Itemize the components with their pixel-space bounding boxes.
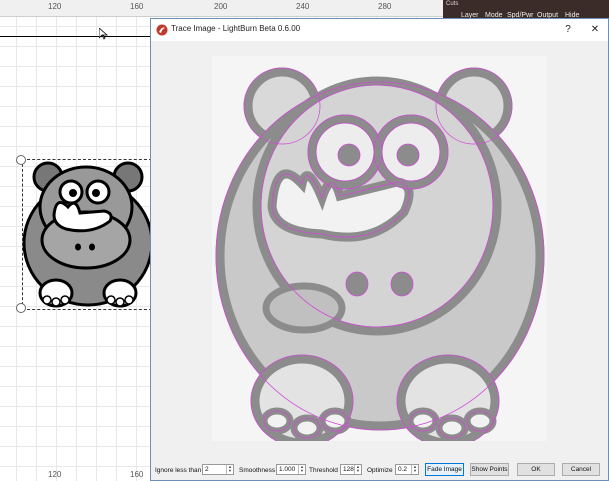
traced-rhino-image [215,67,545,448]
threshold-value: 128 [343,466,354,473]
ruler-label: 120 [48,2,62,11]
optimize-value: 0.2 [398,466,408,473]
smoothness-field[interactable]: 1.000 ▲ ▼ [276,464,306,475]
fade-image-button[interactable]: Fade Image [425,463,464,476]
ruler-label: 160 [130,2,144,11]
ruler-label: 200 [214,2,228,11]
spinner-arrows-icon[interactable]: ▲ ▼ [298,465,305,474]
rotate-handle-icon[interactable] [16,303,26,313]
bottom-ruler: 120 160 [0,470,160,481]
selection-box[interactable] [22,159,152,310]
threshold-field[interactable]: 128 ▲ ▼ [340,464,362,475]
close-icon: ✕ [590,24,600,35]
ruler-label: 120 [48,470,62,479]
spinner-arrows-icon[interactable]: ▲ ▼ [411,465,418,474]
ruler-label: 280 [378,2,392,11]
cuts-panel-title: Cuts [446,1,459,7]
spinner-arrows-icon[interactable]: ▲ ▼ [354,465,361,474]
dialog-titlebar[interactable]: Trace Image - LightBurn Beta 0.6.00 ? ✕ [151,19,608,41]
optimize-label: Optimize [367,467,393,474]
lightburn-app-icon [156,24,168,36]
close-button[interactable]: ✕ [585,22,605,38]
trace-preview[interactable] [212,56,547,448]
cancel-button[interactable]: Cancel [562,463,600,476]
cuts-panel: Cuts Layer Mode Spd/Pwr Output Hide [443,0,609,20]
ruler-label: 160 [130,470,144,479]
ignore-less-than-field[interactable]: 2 ▲ ▼ [202,464,234,475]
dialog-title: Trace Image - LightBurn Beta 0.6.00 [171,24,301,33]
ignore-less-than-value: 2 [205,466,209,473]
show-points-button[interactable]: Show Points [470,463,509,476]
threshold-label: Threshold [309,467,338,474]
ruler-label: 240 [296,2,310,11]
spinner-arrows-icon[interactable]: ▲ ▼ [226,465,233,474]
trace-image-dialog: Trace Image - LightBurn Beta 0.6.00 ? ✕ [150,18,609,481]
ignore-less-than-label: Ignore less than [155,467,202,474]
smoothness-value: 1.000 [279,466,296,473]
help-button[interactable]: ? [558,22,578,38]
ok-button[interactable]: OK [517,463,555,476]
canvas-guide-line [0,36,150,37]
help-icon: ? [565,24,571,35]
optimize-field[interactable]: 0.2 ▲ ▼ [395,464,419,475]
rotate-handle-icon[interactable] [16,155,26,165]
smoothness-label: Smoothness [239,467,276,474]
trace-controls: Ignore less than 2 ▲ ▼ Smoothness 1.000 ▲… [151,461,608,479]
mouse-cursor-icon [99,28,108,40]
